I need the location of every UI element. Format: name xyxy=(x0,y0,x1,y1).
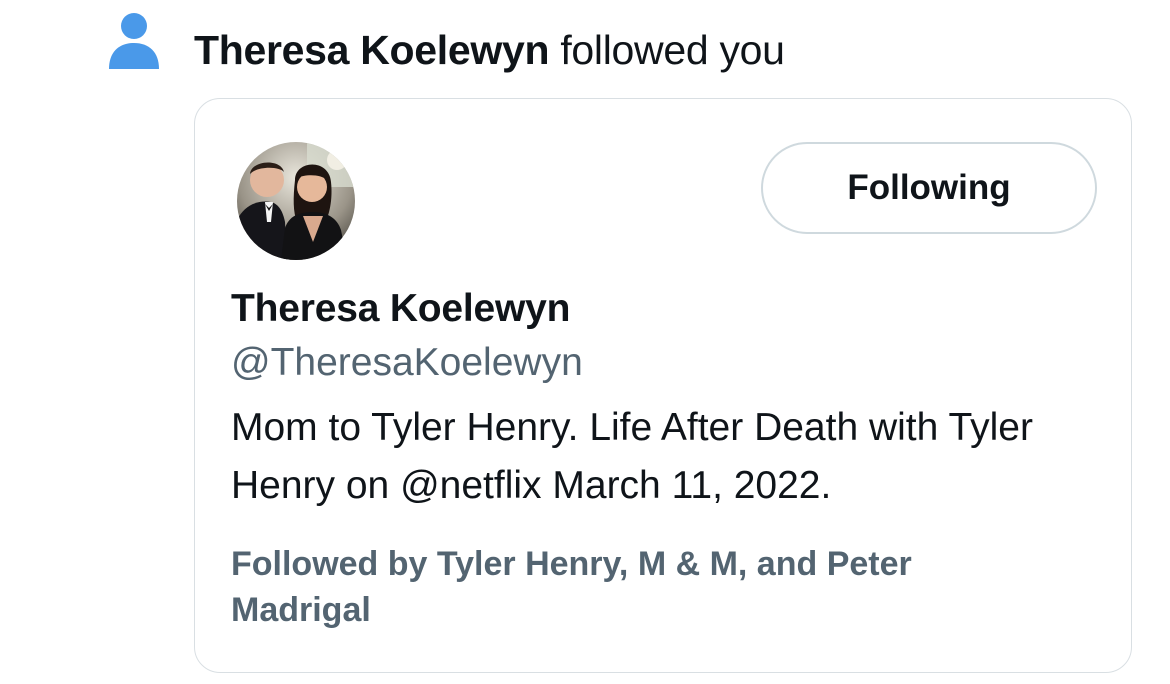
following-button[interactable]: Following xyxy=(761,142,1097,234)
person-icon xyxy=(107,12,161,70)
avatar[interactable] xyxy=(237,142,355,260)
followed-by-text[interactable]: Followed by Tyler Henry, M & M, and Pete… xyxy=(231,541,991,633)
profile-card[interactable]: Following Theresa Koelewyn @TheresaKoele… xyxy=(194,98,1132,673)
username-handle[interactable]: @TheresaKoelewyn xyxy=(231,339,583,387)
notification-text: Theresa Koelewyn followed you xyxy=(194,24,785,76)
follower-name-link[interactable]: Theresa Koelewyn xyxy=(194,27,550,73)
notification-action: followed you xyxy=(560,27,785,73)
profile-bio: Mom to Tyler Henry. Life After Death wit… xyxy=(231,406,1033,507)
display-name[interactable]: Theresa Koelewyn xyxy=(231,285,570,333)
